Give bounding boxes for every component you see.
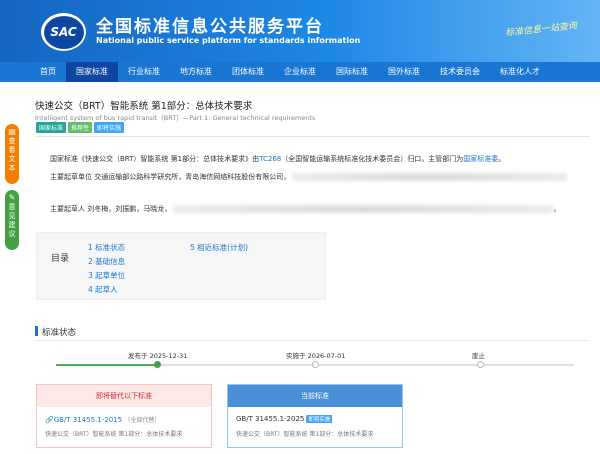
nav-home[interactable]: 首页	[30, 62, 66, 82]
info-text: 。	[498, 155, 506, 163]
sac-logo[interactable]: SAC	[41, 13, 86, 51]
nav-national-standards[interactable]: 国家标准	[66, 62, 118, 82]
nav-enterprise-standards[interactable]: 企业标准	[274, 62, 326, 82]
info-text: 国家标准《快速公交（BRT）智能系统 第1部分：总体技术要求》由	[50, 155, 260, 163]
nav-foreign-standards[interactable]: 国外标准	[378, 62, 430, 82]
tc268-link[interactable]: TC268	[259, 155, 281, 163]
table-of-contents: 目录 1 标准状态 2 基础信息 3 起草单位 4 起草人 5 相近标准(计划)	[36, 232, 326, 300]
nav-industry-standards[interactable]: 行业标准	[118, 62, 170, 82]
standard-title: 快速公交（BRT）智能系统 第1部分：总体技术要求	[35, 101, 253, 112]
toc-item-basic-info[interactable]: 2 基础信息	[88, 256, 125, 267]
drafting-units-paragraph: 主要起草单位 交通运输部公路科学研究所，青岛海信网络科技股份有限公司，	[50, 172, 568, 182]
current-standard-desc: 快速公交（BRT）智能系统 第1部分：总体技术要求	[236, 431, 374, 438]
replaced-standard-link[interactable]: GB/T 31455.1-2015	[54, 416, 122, 424]
site-title: 全国标准信息公共服务平台	[96, 17, 324, 37]
feedback-label: 意见建议	[8, 203, 16, 238]
timeline-effective-label: 实施于 2026-07-01	[286, 352, 346, 360]
site-subtitle: National public service platform for sta…	[96, 36, 361, 45]
drafters-end: 。	[553, 205, 561, 213]
nav-international-standards[interactable]: 国际标准	[326, 62, 378, 82]
nav-group-standards[interactable]: 团体标准	[222, 62, 274, 82]
redacted-text	[173, 205, 554, 213]
site-header: SAC 全国标准信息公共服务平台 National public service…	[0, 0, 600, 62]
timeline-published-label: 发布于 2025-12-31	[128, 352, 188, 360]
drafters-text: 主要起草人 刘冬梅，刘振鹏，马晓龙，	[50, 205, 172, 213]
replaced-standard-card: 即将替代以下标准 🔗GB/T 31455.1-2015 （全部代替） 快速公交（…	[36, 384, 212, 448]
nav-standardization-talent[interactable]: 标准化人才	[490, 62, 550, 82]
basic-info-paragraph: 国家标准《快速公交（BRT）智能系统 第1部分：总体技术要求》由TC268（全国…	[50, 154, 505, 164]
standard-title-en: Intelligent system of bus rapid transit（…	[35, 114, 316, 122]
toc-item-drafters[interactable]: 4 起草人	[88, 284, 118, 295]
current-standard-tag: 即将实施	[306, 415, 333, 423]
standard-tags: 国家标准 推荐性 即将实施	[36, 122, 125, 133]
current-standard-code: GB/T 31455.1-2025 即将实施	[236, 415, 333, 423]
toc-item-similar-standards[interactable]: 5 相近标准(计划)	[190, 242, 248, 253]
link-icon: 🔗	[45, 416, 54, 424]
main-nav: 首页 国家标准 行业标准 地方标准 团体标准 企业标准 国际标准 国外标准 技术…	[0, 62, 600, 82]
nav-tech-committees[interactable]: 技术委员会	[430, 62, 490, 82]
document-icon: ▤	[8, 127, 16, 136]
toc-item-drafting-units[interactable]: 3 起草单位	[88, 270, 125, 281]
drafting-units-text: 主要起草单位 交通运输部公路科学研究所，青岛海信网络科技股份有限公司，	[50, 173, 291, 181]
timeline-dot-effective	[312, 361, 319, 368]
replaced-card-header: 即将替代以下标准	[37, 385, 211, 407]
calligraphy-slogan: 标准信息一站查询	[504, 20, 578, 39]
current-standard-code-text: GB/T 31455.1-2025	[236, 415, 305, 423]
view-text-button[interactable]: ▤ 查看文本	[5, 124, 19, 184]
drafters-paragraph: 主要起草人 刘冬梅，刘振鹏，马晓龙， 。	[50, 204, 560, 214]
current-standard-card: 当前标准 GB/T 31455.1-2025 即将实施 快速公交（BRT）智能系统…	[227, 384, 403, 448]
section-marker	[35, 326, 38, 336]
toc-item-status[interactable]: 1 标准状态	[88, 242, 125, 253]
tag-upcoming: 即将实施	[94, 122, 125, 133]
replacement-note: （全部代替）	[124, 417, 161, 424]
divider	[35, 340, 590, 341]
tag-national: 国家标准	[36, 122, 67, 133]
divider	[35, 136, 590, 137]
view-text-label: 查看文本	[8, 137, 16, 172]
timeline-dot-published	[154, 361, 161, 368]
replaced-standard-code: 🔗GB/T 31455.1-2015 （全部代替）	[45, 415, 160, 424]
toc-label: 目录	[51, 254, 70, 264]
timeline-dot-abolished	[477, 361, 484, 368]
info-text: （全国智能运输系统标准化技术委员会）归口，主管部门为	[281, 155, 464, 163]
current-card-header: 当前标准	[228, 385, 402, 407]
department-link[interactable]: 国家标准委	[463, 155, 498, 163]
nav-local-standards[interactable]: 地方标准	[170, 62, 222, 82]
status-section-title: 标准状态	[42, 328, 77, 338]
timeline-abolished-label: 废止	[472, 352, 485, 360]
redacted-text	[292, 173, 568, 181]
sac-logo-text: SAC	[43, 15, 84, 49]
edit-icon: ✎	[8, 193, 16, 202]
replaced-standard-desc: 快速公交（BRT）智能系统 第1部分：总体技术要求	[45, 431, 183, 438]
tag-recommended: 推荐性	[68, 122, 93, 133]
status-timeline-progress	[56, 364, 157, 366]
feedback-button[interactable]: ✎ 意见建议	[5, 190, 19, 250]
